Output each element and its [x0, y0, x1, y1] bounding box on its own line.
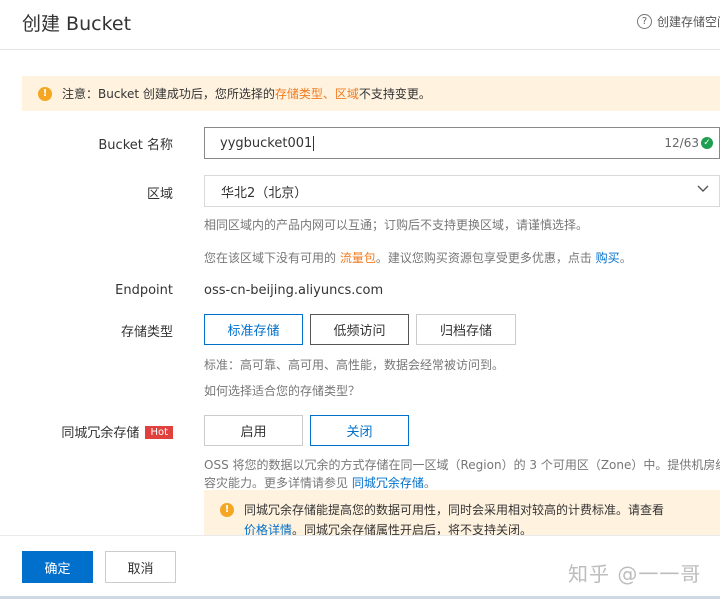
region-label: 区域: [146, 187, 173, 202]
text-caret: [313, 135, 315, 151]
question-icon: ?: [637, 14, 652, 29]
redundancy-info-box: ! 同城冗余存储能提高您的数据可用性，同时会采用相对较高的计费标准。请查看 价格…: [204, 490, 720, 537]
notice-sep: 、: [322, 87, 335, 101]
redundancy-desc-line1: OSS 将您的数据以冗余的方式存储在同一区域（Region）的 3 个可用区（Z…: [204, 458, 720, 472]
bucket-name-value: yygbucket001: [220, 135, 313, 151]
redundancy-option-enable[interactable]: 启用: [204, 415, 303, 446]
confirm-button[interactable]: 确定: [22, 551, 93, 583]
redundancy-option-disable[interactable]: 关闭: [310, 415, 409, 446]
notice-prefix: 注意：Bucket 创建成功后，您所选择的: [62, 87, 275, 101]
package-middle: 。建议您购买资源包享受更多优惠，点击: [375, 251, 596, 265]
redundancy-doc-link[interactable]: 同城冗余存储: [352, 476, 424, 490]
storage-class-hint: 标准：高可靠、高可用、高性能，数据会经常被访问到。: [204, 358, 505, 372]
package-prefix: 您在该区域下没有可用的: [204, 251, 340, 265]
page-title: 创建 Bucket: [22, 13, 132, 35]
redundancy-desc-line2: 容灾能力。更多详情请参见 同城冗余存储。: [204, 474, 436, 491]
storage-option-infrequent[interactable]: 低频访问: [310, 314, 409, 345]
storage-class-help-link[interactable]: 如何选择适合您的存储类型？: [204, 382, 360, 399]
watermark: 知乎 @一一哥: [568, 562, 702, 586]
redundancy-label-wrap: 同城冗余存储 Hot: [23, 422, 173, 441]
char-counter-text: 12/63: [664, 136, 699, 150]
storage-option-standard[interactable]: 标准存储: [204, 314, 303, 345]
package-link[interactable]: 流量包: [340, 251, 376, 265]
cancel-button[interactable]: 取消: [105, 551, 176, 583]
warning-icon: !: [220, 503, 234, 517]
notice-banner: ! 注意：Bucket 创建成功后，您所选择的 存储类型、区域 不支持变更。: [22, 76, 720, 111]
valid-check-icon: ✓: [701, 137, 713, 149]
help-link-label: 创建存储空间: [657, 15, 720, 29]
buy-link[interactable]: 购买: [596, 251, 620, 265]
dialog-header: 创建 Bucket ? 创建存储空间: [0, 0, 720, 50]
chevron-down-icon: [697, 185, 709, 192]
redundancy-info-line1: 同城冗余存储能提高您的数据可用性，同时会采用相对较高的计费标准。请查看: [244, 503, 665, 517]
region-select[interactable]: 华北2（北京）: [204, 175, 720, 207]
package-suffix: 。: [619, 251, 632, 265]
endpoint-value: oss-cn-beijing.aliyuncs.com: [204, 283, 384, 298]
redundancy-desc-suffix: 。: [423, 476, 436, 490]
warning-icon: !: [38, 86, 52, 101]
notice-link-region[interactable]: 区域: [335, 85, 359, 102]
bucket-name-label: Bucket 名称: [98, 138, 173, 153]
redundancy-label: 同城冗余存储: [61, 426, 140, 441]
package-hint: 您在该区域下没有可用的 流量包。建议您购买资源包享受更多优惠，点击 购买。: [204, 249, 632, 266]
region-selected-value: 华北2（北京）: [221, 185, 308, 201]
redundancy-desc-prefix: 容灾能力。更多详情请参见: [204, 476, 352, 490]
storage-option-archive[interactable]: 归档存储: [416, 314, 516, 345]
notice-link-storage-type[interactable]: 存储类型: [275, 85, 323, 102]
notice-suffix: 不支持变更。: [358, 87, 431, 101]
char-counter: 12/63 ✓: [664, 136, 713, 150]
hot-badge: Hot: [145, 426, 173, 439]
dialog-footer: 确定 取消 知乎 @一一哥: [0, 535, 720, 599]
region-hint: 相同区域内的产品内网可以互通；订购后不支持更换区域，请谨慎选择。: [204, 218, 589, 232]
help-link[interactable]: ? 创建存储空间: [637, 13, 720, 30]
bucket-name-input[interactable]: yygbucket001 12/63 ✓: [204, 127, 720, 159]
storage-class-label: 存储类型: [120, 325, 173, 340]
endpoint-label: Endpoint: [115, 283, 173, 298]
